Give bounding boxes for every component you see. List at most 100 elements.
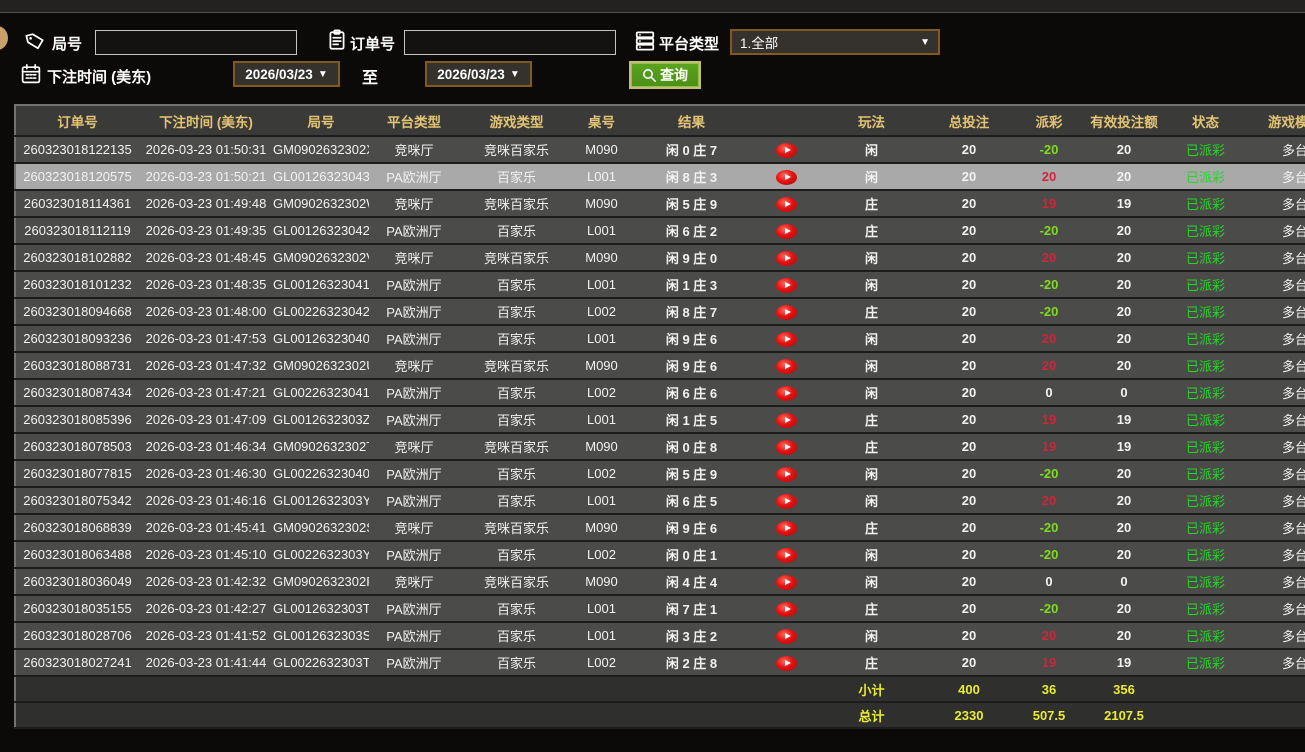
subtotal-row: 小计 400 36 356 [15,676,1305,702]
cell-game-type: 竞咪百家乐 [483,197,549,212]
replay-button[interactable] [776,439,797,455]
replay-button[interactable] [776,520,797,536]
cell-total-bet: 20 [961,655,977,670]
table-row[interactable]: 260323018120575 2026-03-23 01:50:21 GL0012… [15,163,1305,190]
platform-type-select[interactable]: 1.全部 ▼ [730,29,940,55]
cell-game-no: GM0902632302U [273,358,369,373]
table-row[interactable]: 260323018068839 2026-03-23 01:45:41 GM0902… [15,514,1305,541]
replay-button[interactable] [776,169,797,185]
replay-button[interactable] [776,358,797,374]
cell-game-mode: 多台 [1281,440,1305,455]
cell-bet-time: 2026-03-23 01:46:30 [145,466,267,481]
sidebar-toggle-button[interactable] [0,26,8,50]
cell-bet-time: 2026-03-23 01:49:48 [145,196,267,211]
cell-table-no: L002 [587,385,616,400]
subtotal-label: 小计 [858,682,885,698]
replay-button[interactable] [776,547,797,563]
replay-button[interactable] [776,142,797,158]
replay-button[interactable] [776,412,797,428]
cell-payout: 0 [1045,385,1053,400]
table-row[interactable]: 260323018114361 2026-03-23 01:49:48 GM0902… [15,190,1305,217]
table-row[interactable]: 260323018027241 2026-03-23 01:41:44 GL0022… [15,649,1305,676]
replay-button[interactable] [776,466,797,482]
table-row[interactable]: 260323018093236 2026-03-23 01:47:53 GL0012… [15,325,1305,352]
cell-play-type: 闲 [864,170,878,185]
cell-table-no: L002 [587,655,616,670]
cell-game-type: 竞咪百家乐 [483,440,549,455]
cell-game-no: GM0902632302S [273,520,369,535]
cell-bet-time: 2026-03-23 01:47:09 [145,412,267,427]
cell-platform-type: PA欧洲厅 [386,494,442,509]
cell-result: 闲 9 庄 6 [665,521,718,536]
replay-button[interactable] [776,277,797,293]
table-row[interactable]: 260323018094668 2026-03-23 01:48:00 GL0022… [15,298,1305,325]
calendar-icon [20,63,42,85]
cell-game-type: 竞咪百家乐 [483,359,549,374]
platform-type-label: 平台类型 [659,36,720,53]
table-row[interactable]: 260323018036049 2026-03-23 01:42:32 GM0902… [15,568,1305,595]
table-row[interactable]: 260323018063488 2026-03-23 01:45:10 GL0022… [15,541,1305,568]
cell-valid-bet: 19 [1116,412,1132,427]
cell-order-no: 260323018112119 [24,223,131,238]
table-row[interactable]: 260323018122135 2026-03-23 01:50:31 GM0902… [15,136,1305,163]
order-no-input[interactable] [404,30,616,55]
game-no-label: 局号 [52,36,83,53]
table-row[interactable]: 260323018085396 2026-03-23 01:47:09 GL0012… [15,406,1305,433]
cell-table-no: L001 [587,601,616,616]
table-row[interactable]: 260323018088731 2026-03-23 01:47:32 GM0902… [15,352,1305,379]
cell-bet-time: 2026-03-23 01:50:31 [145,142,267,157]
replay-button[interactable] [776,331,797,347]
replay-button[interactable] [776,385,797,401]
table-row[interactable]: 260323018035155 2026-03-23 01:42:27 GL0012… [15,595,1305,622]
replay-button[interactable] [776,601,797,617]
replay-button[interactable] [776,196,797,212]
table-row[interactable]: 260323018102882 2026-03-23 01:48:45 GM0902… [15,244,1305,271]
cell-platform-type: PA欧洲厅 [386,656,442,671]
bet-time-label: 下注时间 (美东) [47,69,152,86]
cell-order-no: 260323018075342 [23,493,132,508]
table-row[interactable]: 260323018078503 2026-03-23 01:46:34 GM0902… [15,433,1305,460]
cell-platform-type: PA欧洲厅 [386,170,442,185]
col-header-game-no: 局号 [307,114,335,130]
grand-total-payout: 507.5 [1032,707,1066,723]
replay-button[interactable] [776,304,797,320]
replay-button[interactable] [776,628,797,644]
date-from-picker[interactable]: 2026/03/23 ▼ [233,61,340,87]
cell-table-no: M090 [585,250,618,265]
cell-order-no: 260323018120575 [23,169,132,184]
cell-platform-type: PA欧洲厅 [386,629,442,644]
cell-bet-time: 2026-03-23 01:47:21 [145,385,267,400]
table-row[interactable]: 260323018112119 2026-03-23 01:49:35 GL0012… [15,217,1305,244]
replay-button[interactable] [776,574,797,590]
query-button[interactable]: 查询 [629,61,701,89]
table-row[interactable]: 260323018087434 2026-03-23 01:47:21 GL0022… [15,379,1305,406]
cell-payout: 20 [1041,358,1057,373]
table-row[interactable]: 260323018028706 2026-03-23 01:41:52 GL0012… [15,622,1305,649]
cell-payout: -20 [1039,277,1059,292]
cell-result: 闲 4 庄 4 [665,575,718,590]
cell-total-bet: 20 [961,628,977,643]
table-row[interactable]: 260323018077815 2026-03-23 01:46:30 GL0022… [15,460,1305,487]
table-row[interactable]: 260323018075342 2026-03-23 01:46:16 GL0012… [15,487,1305,514]
cell-status: 已派彩 [1185,629,1225,644]
cell-bet-time: 2026-03-23 01:42:27 [145,601,267,616]
cell-total-bet: 20 [961,439,977,454]
cell-game-type: 百家乐 [496,548,536,563]
col-header-result: 结果 [678,114,705,130]
replay-button[interactable] [776,493,797,509]
date-to-picker[interactable]: 2026/03/23 ▼ [425,61,532,87]
game-no-input[interactable] [95,30,297,55]
cell-order-no: 260323018093236 [23,331,132,346]
col-header-payout: 派彩 [1035,114,1063,130]
table-row[interactable]: 260323018101232 2026-03-23 01:48:35 GL0012… [15,271,1305,298]
replay-button[interactable] [776,250,797,266]
cell-game-no: GM0902632302X [273,142,369,157]
replay-button[interactable] [776,655,797,671]
cell-table-no: L001 [587,277,616,292]
cell-game-mode: 多台 [1281,656,1305,671]
grand-total-total-bet: 2330 [954,707,984,723]
cell-game-no: GL00226323041 [273,385,369,400]
cell-status: 已派彩 [1185,251,1225,266]
replay-button[interactable] [776,223,797,239]
cell-table-no: L001 [587,628,616,643]
